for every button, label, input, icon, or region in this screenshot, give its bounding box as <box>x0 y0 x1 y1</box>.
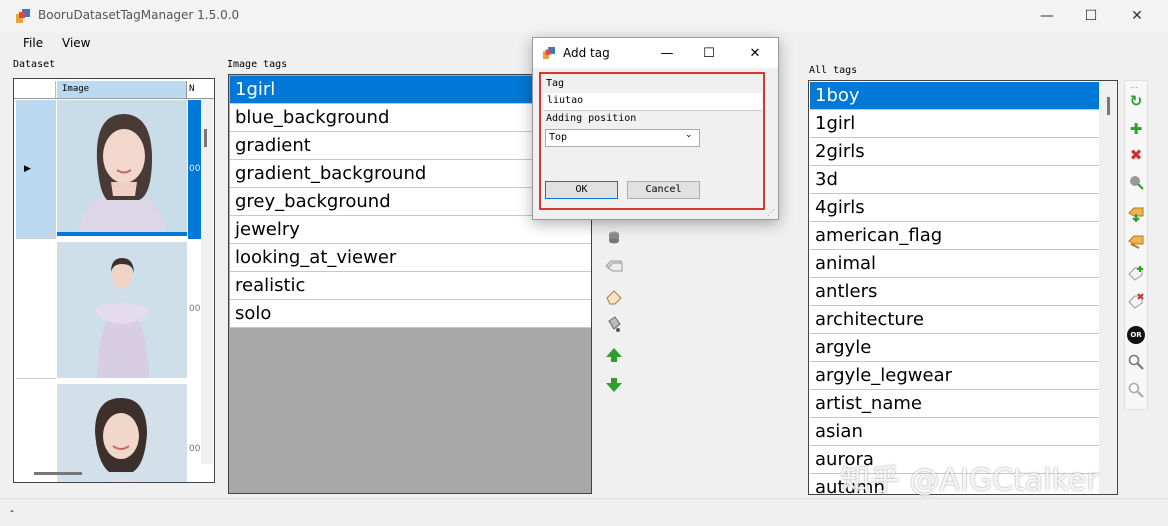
chevron-down-icon[interactable]: ⌄ <box>685 130 693 140</box>
watermark: 知乎 @AIGCtalker <box>840 463 1099 498</box>
all-tags-scrollbar[interactable] <box>1099 81 1117 494</box>
image-tag-item[interactable]: looking_at_viewer <box>230 244 591 272</box>
row-header[interactable]: ▶ <box>16 100 56 239</box>
refresh-icon[interactable]: ↻ <box>1126 91 1146 111</box>
image-tag-item[interactable]: jewelry <box>230 216 591 244</box>
all-tag-item[interactable]: architecture <box>810 306 1099 334</box>
import-icon[interactable] <box>1126 204 1146 224</box>
ok-button[interactable]: OK <box>545 181 618 199</box>
all-tag-item[interactable]: artist_name <box>810 390 1099 418</box>
close-button[interactable]: ✕ <box>1114 0 1160 32</box>
dataset-scroll-thumb[interactable] <box>204 129 207 147</box>
all-tags-scroll-thumb[interactable] <box>1107 97 1110 115</box>
grid-header: Image N <box>14 79 214 99</box>
export-icon[interactable] <box>1126 232 1146 252</box>
status-bar <box>0 498 1168 526</box>
dataset-label: Dataset <box>13 59 56 70</box>
dialog-close-button[interactable]: ✕ <box>739 41 771 65</box>
dialog-minimize-button[interactable]: — <box>651 41 683 65</box>
position-label: Adding position <box>546 113 637 124</box>
image-tag-item[interactable]: realistic <box>230 272 591 300</box>
selection-bar <box>57 232 187 236</box>
image-tag-item[interactable]: solo <box>230 300 591 328</box>
dataset-grid[interactable]: Image N ▶ 00 00 00 <box>13 78 215 483</box>
menu-file[interactable]: File <box>23 36 43 50</box>
row-header[interactable] <box>16 380 56 482</box>
current-row-arrow-icon: ▶ <box>24 164 31 174</box>
row-header[interactable] <box>16 240 56 379</box>
move-up-icon[interactable] <box>604 345 624 365</box>
grid-corner <box>16 81 56 98</box>
position-select[interactable]: Top <box>545 129 700 147</box>
resize-grip[interactable]: ⋰ <box>767 208 775 217</box>
image-thumbnail[interactable] <box>57 242 187 378</box>
window-title: BooruDatasetTagManager 1.5.0.0 <box>38 8 240 22</box>
n-cell: 00 <box>189 304 201 314</box>
search-icon[interactable] <box>1126 352 1146 372</box>
tag-label: Tag <box>546 78 565 89</box>
cancel-button[interactable]: Cancel <box>627 181 700 199</box>
app-icon <box>16 9 30 23</box>
all-tag-item[interactable]: 1boy <box>810 82 1099 110</box>
dataset-horizontal-scroll-thumb[interactable] <box>34 472 82 475</box>
minimize-button[interactable]: — <box>1024 0 1070 32</box>
all-tag-item[interactable]: asian <box>810 418 1099 446</box>
all-tag-item[interactable]: argyle <box>810 334 1099 362</box>
all-tag-item[interactable]: american_flag <box>810 222 1099 250</box>
image-thumbnail[interactable] <box>57 100 187 236</box>
image-tags-label: Image tags <box>227 59 288 70</box>
dialog-app-icon <box>543 47 555 59</box>
status-text: - <box>10 504 14 517</box>
all-tag-item[interactable]: animal <box>810 250 1099 278</box>
or-icon[interactable]: OR <box>1126 325 1146 345</box>
tag-remove-icon[interactable] <box>1126 291 1146 311</box>
menu-view[interactable]: View <box>62 36 90 50</box>
dataset-vertical-scrollbar[interactable] <box>201 99 213 464</box>
image-thumbnail[interactable] <box>57 384 187 482</box>
all-tag-item[interactable]: antlers <box>810 278 1099 306</box>
add-tag-dialog: Add tag — ☐ ✕ Tag liutao Adding position… <box>532 37 779 220</box>
all-tags-list[interactable]: 1boy 1girl 2girls 3d 4girls american_fla… <box>808 80 1118 495</box>
portrait-photo-1 <box>57 100 187 236</box>
dialog-title: Add tag <box>563 46 610 60</box>
portrait-photo-2 <box>57 242 187 378</box>
n-cell: 00 <box>188 100 202 239</box>
all-tag-item[interactable]: 1girl <box>810 110 1099 138</box>
portrait-photo-3 <box>57 384 187 482</box>
eraser-icon[interactable] <box>604 287 624 307</box>
dialog-maximize-button[interactable]: ☐ <box>693 41 725 65</box>
maximize-button[interactable]: ☐ <box>1068 0 1114 32</box>
disk-stack-icon[interactable] <box>604 227 624 247</box>
paint-bucket-icon[interactable] <box>604 314 624 334</box>
all-tag-item[interactable]: 2girls <box>810 138 1099 166</box>
all-tag-item[interactable]: argyle_legwear <box>810 362 1099 390</box>
search-clear-icon[interactable] <box>1126 380 1146 400</box>
tag-add-icon[interactable] <box>1126 263 1146 283</box>
delete-icon[interactable]: ✖ <box>1126 145 1146 165</box>
replace-icon[interactable] <box>1126 172 1146 192</box>
column-n[interactable]: N <box>188 81 202 98</box>
all-tag-item[interactable]: 3d <box>810 166 1099 194</box>
tags-icon[interactable] <box>604 256 624 276</box>
all-tags-label: All tags <box>809 65 858 76</box>
move-down-icon[interactable] <box>604 375 624 395</box>
column-image[interactable]: Image <box>57 81 187 98</box>
add-icon[interactable]: ✚ <box>1126 119 1146 139</box>
all-tag-item[interactable]: 4girls <box>810 194 1099 222</box>
n-cell: 00 <box>189 444 201 454</box>
tag-input[interactable]: liutao <box>544 93 762 111</box>
